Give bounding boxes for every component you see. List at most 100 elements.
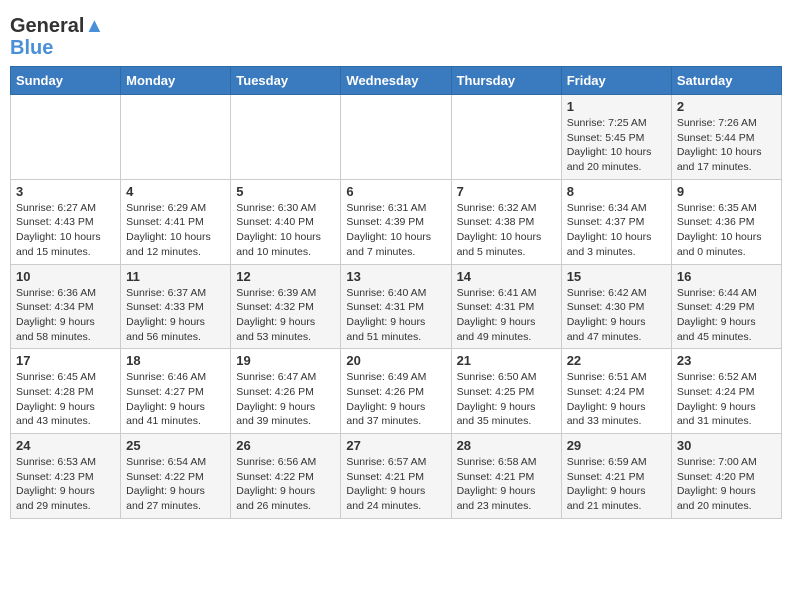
day-info: Sunset: 4:21 PM bbox=[567, 470, 666, 485]
day-info: Sunrise: 6:59 AM bbox=[567, 455, 666, 470]
day-info: Daylight: 10 hours and 15 minutes. bbox=[16, 230, 115, 259]
day-cell: 13Sunrise: 6:40 AMSunset: 4:31 PMDayligh… bbox=[341, 264, 451, 349]
day-info: Sunset: 4:22 PM bbox=[236, 470, 335, 485]
day-number: 9 bbox=[677, 184, 776, 199]
week-row-3: 10Sunrise: 6:36 AMSunset: 4:34 PMDayligh… bbox=[11, 264, 782, 349]
day-info: Sunset: 4:41 PM bbox=[126, 215, 225, 230]
day-info: Daylight: 9 hours and 58 minutes. bbox=[16, 315, 115, 344]
day-cell: 28Sunrise: 6:58 AMSunset: 4:21 PMDayligh… bbox=[451, 434, 561, 519]
day-info: Daylight: 9 hours and 23 minutes. bbox=[457, 484, 556, 513]
day-info: Sunrise: 7:00 AM bbox=[677, 455, 776, 470]
day-number: 17 bbox=[16, 353, 115, 368]
day-number: 11 bbox=[126, 269, 225, 284]
header-saturday: Saturday bbox=[671, 67, 781, 95]
day-info: Sunrise: 6:27 AM bbox=[16, 201, 115, 216]
week-row-2: 3Sunrise: 6:27 AMSunset: 4:43 PMDaylight… bbox=[11, 179, 782, 264]
day-number: 6 bbox=[346, 184, 445, 199]
day-info: Daylight: 9 hours and 31 minutes. bbox=[677, 400, 776, 429]
day-info: Sunset: 4:27 PM bbox=[126, 385, 225, 400]
day-cell bbox=[231, 95, 341, 180]
day-number: 22 bbox=[567, 353, 666, 368]
day-cell: 11Sunrise: 6:37 AMSunset: 4:33 PMDayligh… bbox=[121, 264, 231, 349]
day-info: Daylight: 9 hours and 49 minutes. bbox=[457, 315, 556, 344]
page-header: General▲ Blue bbox=[10, 10, 782, 58]
day-number: 7 bbox=[457, 184, 556, 199]
day-number: 21 bbox=[457, 353, 556, 368]
day-info: Sunset: 4:26 PM bbox=[236, 385, 335, 400]
day-info: Daylight: 9 hours and 56 minutes. bbox=[126, 315, 225, 344]
logo-blue-text: Blue bbox=[10, 38, 104, 58]
day-number: 18 bbox=[126, 353, 225, 368]
day-cell: 16Sunrise: 6:44 AMSunset: 4:29 PMDayligh… bbox=[671, 264, 781, 349]
day-info: Sunset: 4:39 PM bbox=[346, 215, 445, 230]
calendar-header-row: SundayMondayTuesdayWednesdayThursdayFrid… bbox=[11, 67, 782, 95]
day-cell: 6Sunrise: 6:31 AMSunset: 4:39 PMDaylight… bbox=[341, 179, 451, 264]
day-info: Sunset: 5:44 PM bbox=[677, 131, 776, 146]
day-number: 23 bbox=[677, 353, 776, 368]
day-cell: 20Sunrise: 6:49 AMSunset: 4:26 PMDayligh… bbox=[341, 349, 451, 434]
day-info: Sunrise: 6:29 AM bbox=[126, 201, 225, 216]
calendar-table: SundayMondayTuesdayWednesdayThursdayFrid… bbox=[10, 66, 782, 519]
day-info: Sunset: 4:43 PM bbox=[16, 215, 115, 230]
day-info: Sunrise: 6:47 AM bbox=[236, 370, 335, 385]
day-cell: 17Sunrise: 6:45 AMSunset: 4:28 PMDayligh… bbox=[11, 349, 121, 434]
header-friday: Friday bbox=[561, 67, 671, 95]
day-cell: 23 Sunrise: 6:52 AMSunset: 4:24 PMDayligh… bbox=[671, 349, 781, 434]
day-number: 10 bbox=[16, 269, 115, 284]
day-info: Sunrise: 6:46 AM bbox=[126, 370, 225, 385]
day-info: Daylight: 9 hours and 53 minutes. bbox=[236, 315, 335, 344]
day-info: Daylight: 10 hours and 12 minutes. bbox=[126, 230, 225, 259]
day-info: Sunset: 4:37 PM bbox=[567, 215, 666, 230]
day-number: 2 bbox=[677, 99, 776, 114]
day-number: 12 bbox=[236, 269, 335, 284]
day-cell: 29Sunrise: 6:59 AMSunset: 4:21 PMDayligh… bbox=[561, 434, 671, 519]
day-number: 5 bbox=[236, 184, 335, 199]
day-info: Daylight: 9 hours and 20 minutes. bbox=[677, 484, 776, 513]
day-cell: 14Sunrise: 6:41 AMSunset: 4:31 PMDayligh… bbox=[451, 264, 561, 349]
day-info: Daylight: 9 hours and 35 minutes. bbox=[457, 400, 556, 429]
day-cell: 21Sunrise: 6:50 AMSunset: 4:25 PMDayligh… bbox=[451, 349, 561, 434]
day-info: Sunset: 4:33 PM bbox=[126, 300, 225, 315]
day-info: Daylight: 9 hours and 41 minutes. bbox=[126, 400, 225, 429]
day-cell: 7Sunrise: 6:32 AMSunset: 4:38 PMDaylight… bbox=[451, 179, 561, 264]
day-info: Sunrise: 6:31 AM bbox=[346, 201, 445, 216]
logo: General▲ Blue bbox=[10, 14, 104, 58]
day-info: Daylight: 10 hours and 0 minutes. bbox=[677, 230, 776, 259]
day-info: Daylight: 9 hours and 39 minutes. bbox=[236, 400, 335, 429]
day-info: Sunrise: 6:45 AM bbox=[16, 370, 115, 385]
day-info: Sunset: 4:31 PM bbox=[346, 300, 445, 315]
day-number: 30 bbox=[677, 438, 776, 453]
day-info: Sunrise: 6:30 AM bbox=[236, 201, 335, 216]
day-info: Daylight: 10 hours and 20 minutes. bbox=[567, 145, 666, 174]
day-info: Sunrise: 6:32 AM bbox=[457, 201, 556, 216]
day-cell bbox=[341, 95, 451, 180]
day-info: Daylight: 9 hours and 27 minutes. bbox=[126, 484, 225, 513]
day-cell: 26Sunrise: 6:56 AMSunset: 4:22 PMDayligh… bbox=[231, 434, 341, 519]
day-info: Sunrise: 6:52 AM bbox=[677, 370, 776, 385]
day-info: Sunset: 4:32 PM bbox=[236, 300, 335, 315]
day-info: Sunset: 4:29 PM bbox=[677, 300, 776, 315]
day-number: 24 bbox=[16, 438, 115, 453]
day-info: Sunset: 4:21 PM bbox=[457, 470, 556, 485]
week-row-5: 24Sunrise: 6:53 AMSunset: 4:23 PMDayligh… bbox=[11, 434, 782, 519]
day-info: Sunrise: 6:51 AM bbox=[567, 370, 666, 385]
day-info: Sunrise: 7:26 AM bbox=[677, 116, 776, 131]
day-info: Sunset: 4:25 PM bbox=[457, 385, 556, 400]
day-info: Daylight: 10 hours and 17 minutes. bbox=[677, 145, 776, 174]
day-cell: 19Sunrise: 6:47 AMSunset: 4:26 PMDayligh… bbox=[231, 349, 341, 434]
day-cell: 12Sunrise: 6:39 AMSunset: 4:32 PMDayligh… bbox=[231, 264, 341, 349]
day-cell: 8Sunrise: 6:34 AMSunset: 4:37 PMDaylight… bbox=[561, 179, 671, 264]
week-row-4: 17Sunrise: 6:45 AMSunset: 4:28 PMDayligh… bbox=[11, 349, 782, 434]
day-cell: 24Sunrise: 6:53 AMSunset: 4:23 PMDayligh… bbox=[11, 434, 121, 519]
day-number: 16 bbox=[677, 269, 776, 284]
day-info: Sunrise: 6:41 AM bbox=[457, 286, 556, 301]
day-info: Sunset: 4:24 PM bbox=[677, 385, 776, 400]
day-cell: 27Sunrise: 6:57 AMSunset: 4:21 PMDayligh… bbox=[341, 434, 451, 519]
header-tuesday: Tuesday bbox=[231, 67, 341, 95]
day-info: Sunset: 4:20 PM bbox=[677, 470, 776, 485]
day-cell: 5Sunrise: 6:30 AMSunset: 4:40 PMDaylight… bbox=[231, 179, 341, 264]
day-info: Sunset: 4:40 PM bbox=[236, 215, 335, 230]
day-info: Sunrise: 6:40 AM bbox=[346, 286, 445, 301]
day-info: Sunrise: 6:35 AM bbox=[677, 201, 776, 216]
day-cell bbox=[121, 95, 231, 180]
